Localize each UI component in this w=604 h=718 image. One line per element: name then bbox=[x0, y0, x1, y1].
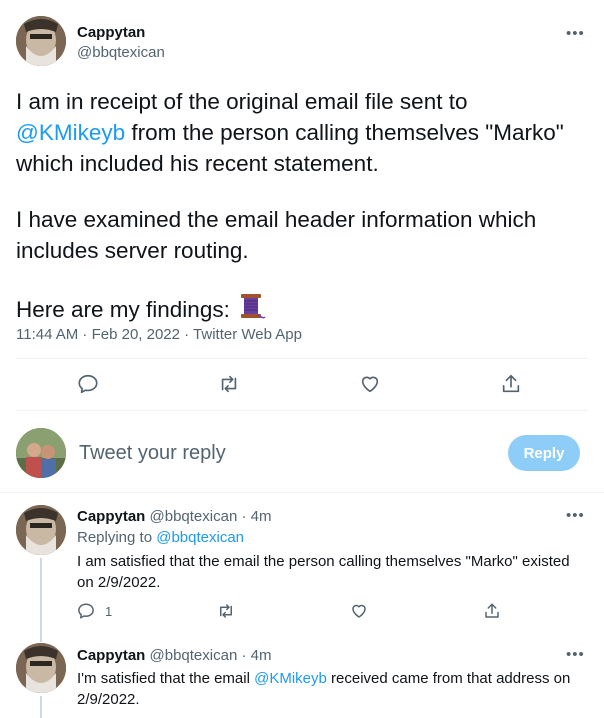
findings-text: Here are my findings: bbox=[16, 297, 237, 322]
author-name[interactable]: Cappytan bbox=[77, 24, 145, 41]
reply-text: I am satisfied that the email the person… bbox=[77, 551, 587, 593]
like-icon[interactable] bbox=[350, 602, 368, 620]
reply-line: I am satisfied that the email the person… bbox=[77, 553, 570, 570]
more-horizontal-icon[interactable]: ••• bbox=[566, 647, 585, 662]
divider bbox=[16, 410, 588, 411]
reply-author-name[interactable]: Cappytan bbox=[77, 508, 145, 525]
retweet-icon[interactable] bbox=[218, 373, 240, 395]
reply-header: Cappytan @bbqtexican · 4m bbox=[77, 508, 271, 525]
tweet-line: @KMikeyb from the person calling themsel… bbox=[16, 117, 586, 148]
tweet-line: I am in receipt of the original email fi… bbox=[16, 89, 468, 114]
reply-author-meta[interactable]: @bbqtexican · 4m bbox=[150, 508, 272, 525]
replying-to: Replying to @bbqtexican bbox=[77, 529, 244, 546]
share-icon[interactable] bbox=[483, 602, 501, 620]
reply-compose-input[interactable]: Tweet your reply bbox=[79, 442, 226, 465]
divider bbox=[0, 492, 604, 493]
tweet-line: Here are my findings: bbox=[16, 291, 586, 329]
replying-to-link[interactable]: @bbqtexican bbox=[156, 529, 244, 546]
replying-to-prefix: Replying to bbox=[77, 529, 157, 546]
thread-connector bbox=[40, 558, 42, 642]
avatar-image bbox=[16, 16, 66, 66]
mention-link[interactable]: @KMikeyb bbox=[254, 670, 327, 687]
reply-author-name[interactable]: Cappytan bbox=[77, 647, 145, 664]
like-icon[interactable] bbox=[359, 373, 381, 395]
tweet-line: includes server routing. bbox=[16, 238, 249, 263]
reply-author-meta[interactable]: @bbqtexican · 4m bbox=[150, 647, 272, 664]
tweet-line-rest: from the person calling themselves "Mark… bbox=[125, 120, 564, 145]
tweet-timestamp[interactable]: 11:44 AM · Feb 20, 2022 · Twitter Web Ap… bbox=[16, 326, 302, 343]
reply-line: I'm satisfied that the email @KMikeyb re… bbox=[77, 668, 587, 689]
share-icon[interactable] bbox=[500, 373, 522, 395]
avatar-image bbox=[16, 428, 66, 478]
divider bbox=[16, 358, 588, 359]
author-handle[interactable]: @bbqtexican bbox=[77, 44, 165, 61]
reply-line: on 2/9/2022. bbox=[77, 574, 161, 591]
reply-author-avatar[interactable] bbox=[16, 643, 66, 693]
reply-text: I'm satisfied that the email @KMikeyb re… bbox=[77, 668, 587, 710]
tweet-line: which included his recent statement. bbox=[16, 151, 379, 176]
reply-icon[interactable] bbox=[77, 602, 95, 620]
reply-line: 2/9/2022. bbox=[77, 691, 140, 708]
avatar-image bbox=[16, 505, 66, 555]
more-horizontal-icon[interactable]: ••• bbox=[566, 26, 585, 41]
reply-count: 1 bbox=[105, 604, 113, 619]
reply-text-suffix: received came from that address on bbox=[326, 670, 571, 687]
author-avatar[interactable] bbox=[16, 16, 66, 66]
user-avatar[interactable] bbox=[16, 428, 66, 478]
mention-link[interactable]: @KMikeyb bbox=[16, 120, 125, 145]
reply-icon[interactable] bbox=[77, 373, 99, 395]
reply-header: Cappytan @bbqtexican · 4m bbox=[77, 647, 271, 664]
reply-text-prefix: I'm satisfied that the email bbox=[77, 670, 255, 687]
more-horizontal-icon[interactable]: ••• bbox=[566, 508, 585, 523]
thread-connector bbox=[40, 696, 42, 718]
spool-of-thread-icon bbox=[236, 291, 266, 329]
reply-button[interactable]: Reply bbox=[508, 435, 580, 471]
reply-author-avatar[interactable] bbox=[16, 505, 66, 555]
avatar-image bbox=[16, 643, 66, 693]
tweet-line: I have examined the email header informa… bbox=[16, 207, 537, 232]
retweet-icon[interactable] bbox=[217, 602, 235, 620]
tweet-text: I am in receipt of the original email fi… bbox=[16, 86, 586, 329]
